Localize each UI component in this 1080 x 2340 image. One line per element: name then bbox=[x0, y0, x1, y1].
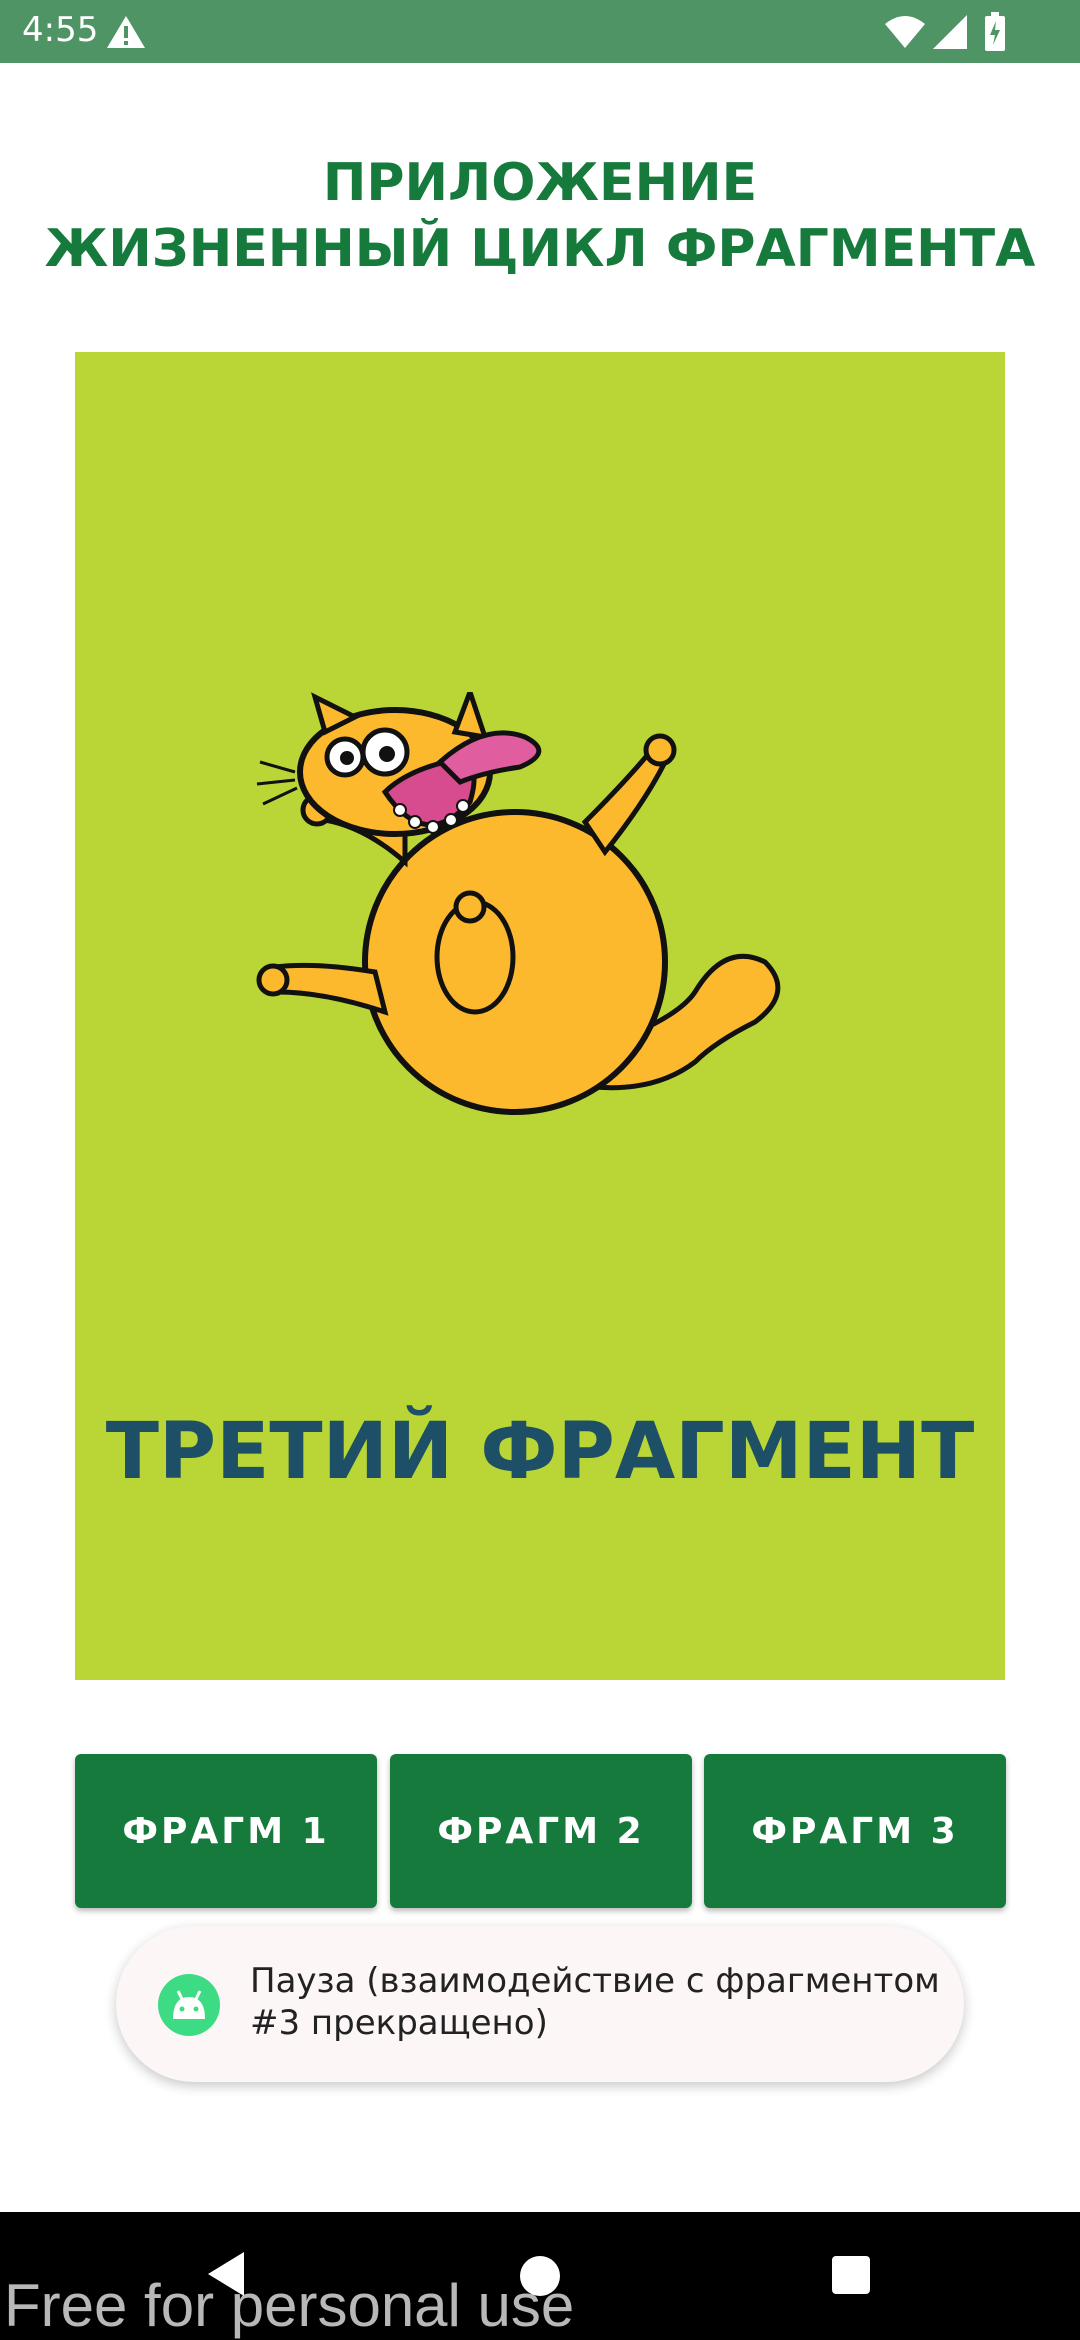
recents-icon[interactable] bbox=[832, 2256, 870, 2294]
fragment-2-button[interactable]: ФРАГМ 2 bbox=[390, 1754, 692, 1908]
wifi-icon bbox=[885, 16, 925, 48]
toast-text: Пауза (взаимодействие с фрагментом #3 пр… bbox=[250, 1960, 940, 2044]
toast-text-line-2: #3 прекращено) bbox=[250, 2003, 548, 2043]
android-icon bbox=[158, 1974, 220, 2036]
status-bar: 4:55 bbox=[0, 0, 1080, 63]
warning-icon bbox=[107, 16, 145, 48]
app-title-line-2: ЖИЗНЕННЫЙ ЦИКЛ ФРАГМЕНТА bbox=[44, 219, 1036, 279]
watermark: Free for personal use bbox=[4, 2272, 575, 2339]
toast-text-line-1: Пауза (взаимодействие с фрагментом bbox=[250, 1961, 940, 2001]
fragment-3-button[interactable]: ФРАГМ 3 bbox=[704, 1754, 1006, 1908]
cat-illustration bbox=[256, 692, 781, 1115]
fragment-1-button[interactable]: ФРАГМ 1 bbox=[75, 1754, 377, 1908]
signal-icon bbox=[933, 15, 967, 49]
app-title-line-1: ПРИЛОЖЕНИЕ bbox=[322, 153, 758, 213]
toast-message: Пауза (взаимодействие с фрагментом #3 пр… bbox=[116, 1926, 964, 2082]
fragment-container: ТРЕТИЙ ФРАГМЕНТ bbox=[75, 352, 1005, 1680]
app-title: ПРИЛОЖЕНИЕ ЖИЗНЕННЫЙ ЦИКЛ ФРАГМЕНТА bbox=[0, 150, 1080, 282]
status-time: 4:55 bbox=[22, 10, 99, 50]
fragment-title: ТРЕТИЙ ФРАГМЕНТ bbox=[105, 1407, 975, 1497]
battery-icon bbox=[985, 12, 1005, 51]
